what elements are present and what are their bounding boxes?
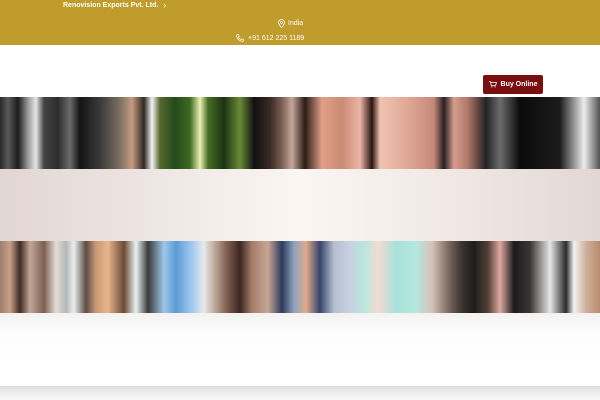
top-bar: Renovision Exports Pvt. Ltd. › India +91… — [0, 0, 600, 45]
phone-icon — [236, 34, 244, 42]
buy-online-button[interactable]: Buy Online — [483, 75, 543, 94]
phone-number: +91 612 225 1189 — [248, 34, 305, 42]
map-pin-icon — [278, 19, 285, 28]
hero-banner-fabrics-2 — [0, 241, 600, 313]
bottom-divider — [0, 386, 600, 400]
content-area — [0, 313, 600, 386]
hero-banner-fabrics-1 — [0, 97, 600, 169]
company-link[interactable]: Renovision Exports Pvt. Ltd. › — [63, 0, 167, 10]
phone-link[interactable]: +91 612 225 1189 — [236, 34, 304, 42]
company-name: Renovision Exports Pvt. Ltd. — [63, 2, 159, 9]
buy-online-label: Buy Online — [500, 81, 538, 88]
page: Renovision Exports Pvt. Ltd. › India +91… — [0, 0, 600, 400]
hero-banner-pale — [0, 169, 600, 241]
header: Buy Online — [0, 45, 600, 97]
location-text: India — [288, 20, 304, 27]
cart-icon — [488, 81, 497, 88]
location-info: India — [278, 19, 303, 28]
chevron-right-icon: › — [163, 0, 167, 10]
